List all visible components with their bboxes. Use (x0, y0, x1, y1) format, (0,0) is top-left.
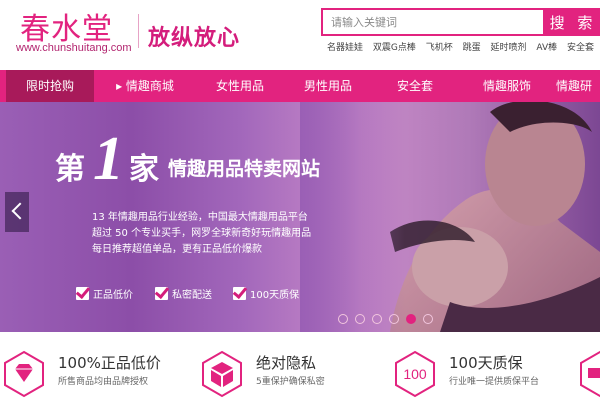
hot-word-link[interactable]: 跳蛋 (463, 43, 481, 53)
feature-label: 正品低价 (93, 290, 133, 301)
hot-word-link[interactable]: 安全套 (567, 43, 594, 53)
description-line: 每日推荐超值单品，更有正品低价爆款 (92, 244, 262, 255)
package-icon (202, 350, 242, 398)
slide-dot[interactable] (338, 314, 348, 324)
hot-word-link[interactable]: 延时喷剂 (491, 43, 527, 53)
promise-title: 100天质保 (449, 354, 523, 372)
truck-icon (580, 350, 600, 398)
promise-subtitle: 行业唯一提供质保平台 (449, 377, 540, 387)
slide-dot-active[interactable] (406, 314, 416, 324)
nav-item-female[interactable]: 女性用品 (196, 70, 284, 102)
slide-dot[interactable] (423, 314, 433, 324)
nav-bullet-icon: ▸ (116, 79, 126, 93)
diamond-icon (4, 350, 44, 398)
slide-dot[interactable] (355, 314, 365, 324)
badge-text: 100 (403, 366, 427, 382)
service-promises: 100%正品低价 所售商品均由品牌授权 绝对隐私 5重保护确保私密 100 10… (0, 332, 600, 400)
checkbox-icon (76, 287, 89, 300)
hero-banner[interactable]: 第 1 家 情趣用品特卖网站 13 年情趣用品行业经验，中国最大情趣用品平台 超… (0, 102, 600, 332)
prev-slide-arrow-icon[interactable] (5, 192, 29, 232)
description-line: 超过 50 个专业买手，网罗全球新奇好玩情趣用品 (92, 228, 312, 239)
hundred-badge-icon: 100 (395, 350, 435, 398)
main-nav: 限时抢购 ▸ 情趣商城 女性用品 男性用品 安全套 情趣服饰 情趣研 (0, 70, 600, 102)
slide-dot[interactable] (372, 314, 382, 324)
banner-description: 13 年情趣用品行业经验，中国最大情趣用品平台 超过 50 个专业买手，网罗全球… (92, 210, 311, 258)
site-logo[interactable]: 春水堂 www.chunshuitang.com (16, 4, 146, 56)
nav-item-condoms[interactable]: 安全套 (372, 70, 458, 102)
headline-suffix: 家 (129, 152, 159, 187)
logo-url: www.chunshuitang.com (16, 42, 132, 54)
search-input[interactable] (321, 8, 545, 36)
couple-photo (300, 102, 600, 332)
checkbox-icon (155, 287, 168, 300)
nav-item-flash-sale[interactable]: 限时抢购 (6, 70, 94, 102)
logo-divider (138, 14, 139, 48)
slide-dot[interactable] (389, 314, 399, 324)
nav-item-male[interactable]: 男性用品 (284, 70, 372, 102)
nav-item-apparel[interactable]: 情趣服饰 (462, 70, 552, 102)
search-button[interactable]: 搜 索 (543, 8, 600, 36)
description-line: 13 年情趣用品行业经验，中国最大情趣用品平台 (92, 212, 308, 223)
feature-warranty: 100天质保 (233, 286, 299, 304)
headline-prefix: 第 (55, 152, 85, 187)
feature-label: 私密配送 (172, 290, 212, 301)
hot-word-link[interactable]: 名器娃娃 (327, 43, 363, 53)
hot-word-link[interactable]: 飞机杯 (426, 43, 453, 53)
feature-genuine: 正品低价 (76, 286, 133, 304)
feature-private-delivery: 私密配送 (155, 286, 212, 304)
checkbox-icon (233, 287, 246, 300)
nav-item-mall[interactable]: ▸ 情趣商城 (100, 70, 190, 102)
promise-title: 绝对隐私 (256, 354, 317, 372)
promise-subtitle: 5重保护确保私密 (256, 377, 325, 387)
hot-word-link[interactable]: AV棒 (536, 43, 557, 53)
headline-rest: 情趣用品特卖网站 (168, 158, 321, 180)
headline-number: 1 (93, 125, 124, 193)
header: 春水堂 www.chunshuitang.com 放纵放心 搜 索 名器娃娃 双… (0, 0, 600, 70)
nav-item-label: 情趣商城 (125, 79, 174, 93)
feature-label: 100天质保 (250, 290, 300, 301)
nav-item-more[interactable]: 情趣研 (556, 70, 600, 102)
hot-word-link[interactable]: 双震G点棒 (373, 43, 416, 53)
promise-subtitle: 所售商品均由品牌授权 (58, 377, 149, 387)
search-bar: 搜 索 (321, 8, 600, 36)
page: 春水堂 www.chunshuitang.com 放纵放心 搜 索 名器娃娃 双… (0, 0, 600, 400)
promise-title: 100%正品低价 (58, 354, 161, 372)
hot-search-words: 名器娃娃 双震G点棒 飞机杯 跳蛋 延时喷剂 AV棒 安全套 情 (327, 40, 600, 54)
slogan: 放纵放心 (148, 26, 241, 51)
